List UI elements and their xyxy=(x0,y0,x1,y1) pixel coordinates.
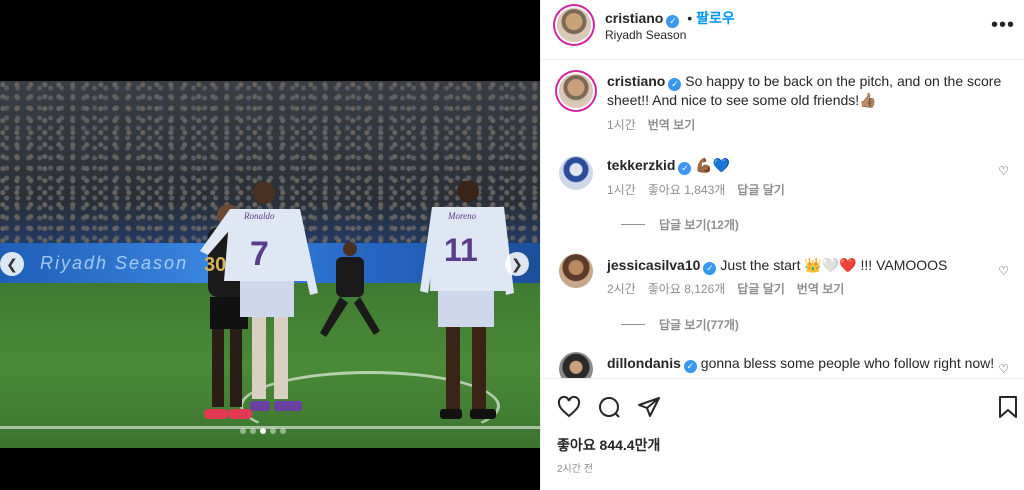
comment-text: 💪🏾💙 xyxy=(695,157,731,173)
post-header: cristiano ✓ • 팔로우 Riyadh Season ••• xyxy=(541,0,1024,60)
separator-dot: • xyxy=(687,10,693,26)
post-viewer: Riyadh Season 30 Ronaldo 7 Moreno 11 ❮ ❯… xyxy=(0,0,1024,490)
comment-item: tekkerzkid ✓ 💪🏾💙 1시간 좋아요 1,843개 답글 달기 ♡ 답… xyxy=(557,154,1009,234)
commenter-avatar[interactable] xyxy=(559,254,593,288)
heart-icon[interactable]: ♡ xyxy=(998,264,1009,278)
heart-icon[interactable] xyxy=(557,395,581,419)
post-location[interactable]: Riyadh Season xyxy=(605,28,686,42)
translate-button[interactable]: 번역 보기 xyxy=(797,280,845,297)
commenter-avatar[interactable] xyxy=(559,352,593,378)
jersey-7-name: Ronaldo xyxy=(243,211,275,221)
chevron-left-icon: ❮ xyxy=(6,255,18,272)
caption-text: So happy to be back on the pitch, and on… xyxy=(607,73,1002,108)
comment-text-block: dillondanis ✓ gonna bless some people who… xyxy=(607,354,1002,373)
comment-username[interactable]: tekkerzkid xyxy=(607,157,675,173)
caption-translate-button[interactable]: 번역 보기 xyxy=(648,116,696,133)
caption-text-block: cristiano ✓ So happy to be back on the pi… xyxy=(607,72,1002,110)
ad-board-text: Riyadh Season xyxy=(40,253,189,273)
more-options-icon[interactable]: ••• xyxy=(991,14,1015,37)
image-pager-dots xyxy=(240,428,286,434)
follow-button[interactable]: 팔로우 xyxy=(696,10,735,26)
comment-text: Just the start 👑🤍❤️ !!! VAMOOOS xyxy=(720,257,948,273)
heart-icon[interactable]: ♡ xyxy=(998,164,1009,178)
jersey-7-number: 7 xyxy=(250,235,269,273)
next-image-button[interactable]: ❯ xyxy=(505,252,529,276)
like-count[interactable]: 좋아요 844.4만개 xyxy=(557,435,660,455)
comment-text: gonna bless some people who follow right… xyxy=(700,355,995,371)
caption-time: 1시간 xyxy=(607,118,636,132)
pager-dot xyxy=(270,428,276,434)
comment-item: dillondanis ✓ gonna bless some people who… xyxy=(557,352,1009,378)
comment-meta: 1시간 좋아요 1,843개 답글 달기 xyxy=(607,181,785,198)
comments-list: cristiano ✓ So happy to be back on the pi… xyxy=(541,60,1024,378)
comment-meta: 2시간 좋아요 8,126개 답글 달기 번역 보기 xyxy=(607,280,844,297)
verified-badge-icon: ✓ xyxy=(683,360,697,373)
author-avatar[interactable] xyxy=(557,8,591,42)
pager-dot xyxy=(260,428,266,434)
bookmark-icon[interactable] xyxy=(997,395,1019,419)
background-player xyxy=(320,242,380,337)
view-replies-label: 답글 보기(77개) xyxy=(659,318,739,332)
view-replies-button[interactable]: 답글 보기(77개) xyxy=(621,316,739,333)
post-photo[interactable]: Riyadh Season 30 Ronaldo 7 Moreno 11 xyxy=(0,81,540,448)
comment-text-block: jessicasilva10 ✓ Just the start 👑🤍❤️ !!! … xyxy=(607,256,1002,275)
reply-button[interactable]: 답글 달기 xyxy=(737,280,785,297)
share-icon[interactable] xyxy=(637,395,661,419)
chevron-right-icon: ❯ xyxy=(511,255,523,272)
comment-likes[interactable]: 좋아요 8,126개 xyxy=(648,280,726,297)
verified-badge-icon: ✓ xyxy=(668,78,682,91)
comment-time: 2시간 xyxy=(607,282,636,296)
comment-username[interactable]: jessicasilva10 xyxy=(607,257,700,273)
post-timestamp: 2시간 전 xyxy=(557,464,593,475)
comment-likes[interactable]: 좋아요 1,843개 xyxy=(648,181,726,198)
jersey-11-name: Moreno xyxy=(447,211,477,221)
heart-icon[interactable]: ♡ xyxy=(998,362,1009,376)
verified-badge-icon: ✓ xyxy=(703,262,717,275)
reply-button[interactable]: 답글 달기 xyxy=(737,181,785,198)
player-number-11: Moreno 11 xyxy=(420,181,514,419)
caption-meta: 1시간 번역 보기 xyxy=(607,116,695,133)
comment-time: 1시간 xyxy=(607,183,636,197)
comment-text-block: tekkerzkid ✓ 💪🏾💙 xyxy=(607,156,1002,175)
jersey-11-number: 11 xyxy=(444,232,478,268)
comment-item: jessicasilva10 ✓ Just the start 👑🤍❤️ !!! … xyxy=(557,254,1009,334)
author-username[interactable]: cristiano xyxy=(605,10,663,26)
previous-image-button[interactable]: ❮ xyxy=(0,252,24,276)
pager-dot xyxy=(250,428,256,434)
caption-username[interactable]: cristiano xyxy=(607,73,665,89)
side-pane: cristiano ✓ • 팔로우 Riyadh Season ••• cristi… xyxy=(540,0,1024,490)
comment-username[interactable]: dillondanis xyxy=(607,355,681,371)
pager-dot xyxy=(280,428,286,434)
verified-badge-icon: ✓ xyxy=(678,162,692,175)
caption-avatar[interactable] xyxy=(559,74,593,108)
comment-icon[interactable] xyxy=(597,395,621,419)
divider-line xyxy=(621,224,645,225)
caption: cristiano ✓ So happy to be back on the pi… xyxy=(557,72,1007,142)
action-bar: 좋아요 844.4만개 2시간 전 xyxy=(541,378,1024,490)
pager-dot xyxy=(240,428,246,434)
view-replies-label: 답글 보기(12개) xyxy=(659,218,739,232)
verified-badge-icon: ✓ xyxy=(666,15,680,28)
view-replies-button[interactable]: 답글 보기(12개) xyxy=(621,216,739,233)
commenter-avatar[interactable] xyxy=(559,156,593,190)
media-pane: Riyadh Season 30 Ronaldo 7 Moreno 11 ❮ ❯ xyxy=(0,0,540,490)
divider-line xyxy=(621,324,645,325)
